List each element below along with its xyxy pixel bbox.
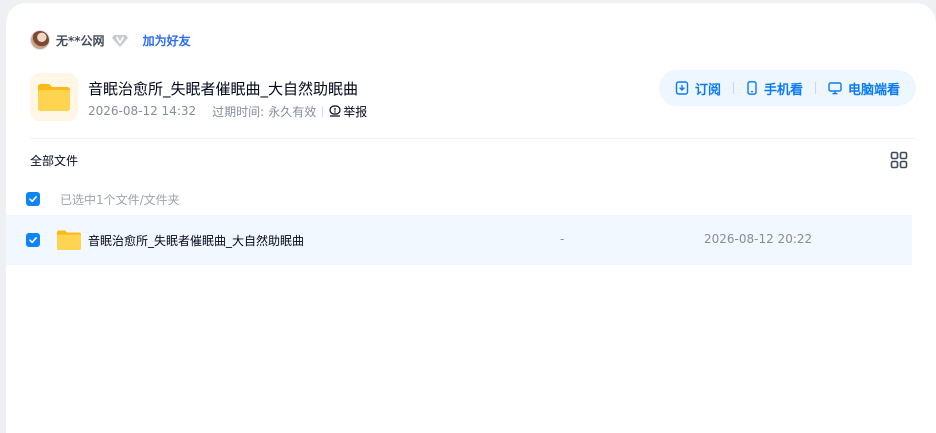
subscribe-label: 订阅 [694,82,721,98]
action-bar: 订阅 手机看 电脑端看 [658,70,916,106]
check-icon [29,237,37,244]
monitor-icon [828,82,842,95]
header-divider [30,138,916,139]
check-icon [29,196,37,203]
grid-view-icon [890,151,908,169]
expire-value: 永久有效 [268,104,317,119]
share-date: 2026-08-12 14:32 [88,104,197,118]
file-date: 2026-08-12 20:22 [704,232,813,246]
file-row[interactable]: 音眠治愈所_失眠者催眠曲_大自然助眠曲 - 2026-08-12 20:22 [6,215,912,265]
grid-view-toggle[interactable] [890,151,908,169]
file-name[interactable]: 音眠治愈所_失眠者催眠曲_大自然助眠曲 [88,232,304,249]
subscribe-button[interactable]: 订阅 [671,79,725,98]
avatar[interactable] [30,30,50,50]
share-card: 无**公网 加为好友 音眠治愈所_失眠者催眠曲_大自然助眠曲 2026-08-1… [6,3,936,433]
folder-icon [56,229,82,255]
mobile-view-label: 手机看 [763,82,803,98]
action-divider [814,82,816,94]
file-size: - [560,232,565,246]
phone-icon [747,81,757,95]
expire-label: 过期时间: [212,104,265,119]
desktop-view-label: 电脑端看 [847,82,900,98]
mobile-view-button[interactable]: 手机看 [742,79,807,98]
share-folder-icon [30,73,78,121]
share-title: 音眠治愈所_失眠者催眠曲_大自然助眠曲 [88,80,359,98]
user-row: 无**公网 加为好友 [30,29,191,51]
selection-count: 已选中1个文件/文件夹 [60,192,180,207]
select-all-checkbox[interactable] [26,192,40,206]
meta-divider [322,105,324,117]
action-divider [732,82,734,94]
select-all-row: 已选中1个文件/文件夹 [26,191,180,207]
report-button[interactable]: 举报 [329,103,367,120]
alert-icon [329,105,341,117]
add-friend-link[interactable]: 加为好友 [143,32,191,49]
breadcrumb-all-files[interactable]: 全部文件 [30,152,78,169]
file-row-checkbox[interactable] [26,233,40,247]
username[interactable]: 无**公网 [56,32,105,49]
subscribe-icon [675,81,689,95]
share-meta: 2026-08-12 14:32 过期时间: 永久有效 举报 [88,103,367,119]
vip-diamond-icon [111,31,129,49]
report-label: 举报 [343,104,368,119]
desktop-view-button[interactable]: 电脑端看 [824,79,904,98]
